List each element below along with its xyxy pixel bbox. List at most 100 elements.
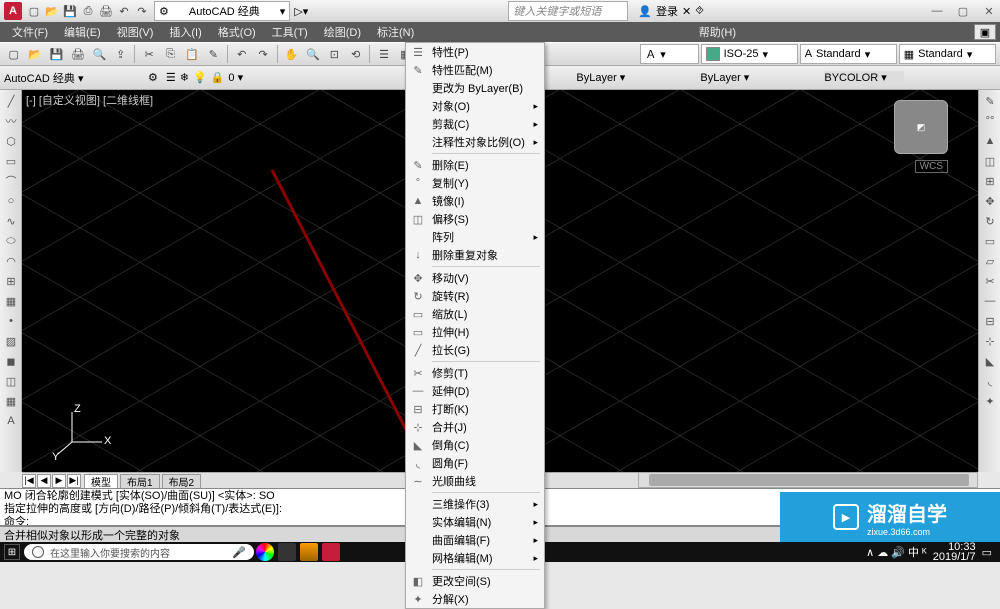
new-icon[interactable]: ▢ <box>4 44 23 64</box>
layer-on-icon[interactable]: 💡 <box>193 71 207 84</box>
wcs-label[interactable]: WCS <box>915 160 948 173</box>
taskbar-app-autocad[interactable] <box>322 543 340 561</box>
context-menu-item[interactable]: ✎特性匹配(M) <box>406 61 544 79</box>
tab-nav-first[interactable]: |◀ <box>22 474 36 488</box>
point-icon[interactable]: • <box>2 312 20 330</box>
hatch-icon[interactable]: ▨ <box>2 332 20 350</box>
print-icon[interactable]: 🖨 <box>68 44 87 64</box>
context-menu-item[interactable]: ↓删除重复对象 <box>406 246 544 264</box>
context-menu-item[interactable]: ◧更改空间(S) <box>406 572 544 590</box>
ellipsearc-icon[interactable]: ◠ <box>2 252 20 270</box>
tablestyle-dropdown[interactable]: ▦ Standard ▾ <box>899 44 996 64</box>
menu-file[interactable]: 文件(F) <box>4 22 56 42</box>
close-button[interactable]: ✕ <box>982 5 996 18</box>
menu-edit[interactable]: 编辑(E) <box>56 22 109 42</box>
taskbar-app-movies[interactable] <box>278 543 296 561</box>
tab-layout1[interactable]: 布局1 <box>120 474 160 488</box>
fillet-icon[interactable]: ◟ <box>981 372 999 390</box>
clock[interactable]: 10:33 2019/1/7 <box>933 542 976 562</box>
print-icon[interactable]: 🖨 <box>98 3 114 19</box>
context-menu-item[interactable]: ☰特性(P) <box>406 43 544 61</box>
color-dropdown[interactable]: ByLayer ▾ <box>576 71 696 84</box>
region-icon[interactable]: ◫ <box>2 372 20 390</box>
workspace2-dropdown[interactable]: AutoCAD 经典 ▾ <box>4 70 144 86</box>
rotate-icon[interactable]: ↻ <box>981 212 999 230</box>
open-icon[interactable]: 📂 <box>44 3 60 19</box>
circle-icon[interactable]: ○ <box>2 192 20 210</box>
context-menu-item[interactable]: 曲面编辑(F)▸ <box>406 531 544 549</box>
help-cloud-icon[interactable]: ⯑ <box>695 5 704 18</box>
rect-icon[interactable]: ▭ <box>2 152 20 170</box>
block-icon[interactable]: ▦ <box>2 292 20 310</box>
linetype-dropdown[interactable]: ByLayer ▾ <box>700 71 820 84</box>
chamfer-icon[interactable]: ◣ <box>981 352 999 370</box>
context-menu-item[interactable]: ╱拉长(G) <box>406 341 544 359</box>
context-menu-item[interactable]: ⊹合并(J) <box>406 418 544 436</box>
tab-nav-prev[interactable]: ◀ <box>37 474 51 488</box>
viewcube[interactable]: ◩ <box>894 100 948 154</box>
props-icon[interactable]: ☰ <box>374 44 393 64</box>
search-input[interactable]: 键入关键字或短语 <box>508 1 628 21</box>
context-menu-item[interactable]: ▲镜像(I) <box>406 192 544 210</box>
context-menu-item[interactable]: 实体编辑(N)▸ <box>406 513 544 531</box>
context-menu-item[interactable]: ✎删除(E) <box>406 156 544 174</box>
context-menu-item[interactable]: 对象(O)▸ <box>406 97 544 115</box>
publish-icon[interactable]: ⇪ <box>111 44 130 64</box>
stretch-icon[interactable]: ▱ <box>981 252 999 270</box>
extend-icon[interactable]: — <box>981 292 999 310</box>
account-area[interactable]: 👤 登录 ✕ ⯑ <box>638 3 704 19</box>
context-menu-item[interactable]: 网格编辑(M)▸ <box>406 549 544 567</box>
menu-view[interactable]: 视图(V) <box>109 22 162 42</box>
context-menu-item[interactable]: —延伸(D) <box>406 382 544 400</box>
save-icon[interactable]: 💾 <box>47 44 66 64</box>
scale-icon[interactable]: ▭ <box>981 232 999 250</box>
pan-icon[interactable]: ✋ <box>282 44 301 64</box>
join-icon[interactable]: ⊹ <box>981 332 999 350</box>
context-menu-item[interactable]: ▭缩放(L) <box>406 305 544 323</box>
annoscale-dropdown[interactable]: Ａ▾ <box>640 44 698 64</box>
menu-dim[interactable]: 标注(N) <box>369 22 422 42</box>
app-icon[interactable]: A <box>4 2 22 20</box>
layer-dropdown[interactable]: 0 ▾ <box>228 71 288 84</box>
view-label[interactable]: [-] [自定义视图] [二维线框] <box>26 92 153 108</box>
line-icon[interactable]: ╱ <box>2 92 20 110</box>
zoomprev-icon[interactable]: ⟲ <box>346 44 365 64</box>
paste-icon[interactable]: 📋 <box>182 44 201 64</box>
ribbon-min-icon[interactable]: ▣ <box>974 24 996 40</box>
context-menu-item[interactable]: ✥移动(V) <box>406 269 544 287</box>
copy-icon[interactable]: ⎘ <box>161 44 180 64</box>
insert-icon[interactable]: ⊞ <box>2 272 20 290</box>
zoomwin-icon[interactable]: ⊡ <box>325 44 344 64</box>
dropdown-caret-icon[interactable]: ▾ <box>303 5 309 18</box>
taskbar-search[interactable]: 在这里输入你要搜索的内容 🎤 <box>24 544 254 560</box>
tab-nav-last[interactable]: ▶| <box>67 474 81 488</box>
menu-help[interactable]: 帮助(H) <box>691 22 744 42</box>
context-menu-item[interactable]: ◫偏移(S) <box>406 210 544 228</box>
layermgr-icon[interactable]: ☰ <box>166 71 176 84</box>
tab-model[interactable]: 模型 <box>84 474 118 488</box>
h-scrollbar[interactable] <box>638 472 978 488</box>
notification-icon[interactable]: ▭ <box>982 546 992 559</box>
saveas-icon[interactable]: ⎙ <box>80 3 96 19</box>
mtext-icon[interactable]: A <box>2 412 20 430</box>
context-menu-item[interactable]: ↻旋转(R) <box>406 287 544 305</box>
context-menu-item[interactable]: ▭拉伸(H) <box>406 323 544 341</box>
context-menu-item[interactable]: 注释性对象比例(O)▸ <box>406 133 544 151</box>
menu-tools[interactable]: 工具(T) <box>264 22 316 42</box>
ucs-icon[interactable]: X Y Z <box>52 402 122 462</box>
maximize-button[interactable]: ▢ <box>956 5 970 18</box>
play-icon[interactable]: ▷ <box>294 5 302 18</box>
start-button[interactable]: ⊞ <box>4 544 20 560</box>
mirror-icon[interactable]: ▲ <box>981 132 999 150</box>
textstyle-dropdown[interactable]: A Standard ▾ <box>800 44 897 64</box>
zoom-icon[interactable]: 🔍 <box>303 44 322 64</box>
trim-icon[interactable]: ✂ <box>981 272 999 290</box>
break-icon[interactable]: ⊟ <box>981 312 999 330</box>
layer-lock-icon[interactable]: 🔒 <box>211 71 225 84</box>
save-icon[interactable]: 💾 <box>62 3 78 19</box>
redo-icon[interactable]: ↷ <box>134 3 150 19</box>
cut-icon[interactable]: ✂ <box>139 44 158 64</box>
redo-icon[interactable]: ↷ <box>253 44 272 64</box>
polygon-icon[interactable]: ⬡ <box>2 132 20 150</box>
menu-insert[interactable]: 插入(I) <box>161 22 209 42</box>
